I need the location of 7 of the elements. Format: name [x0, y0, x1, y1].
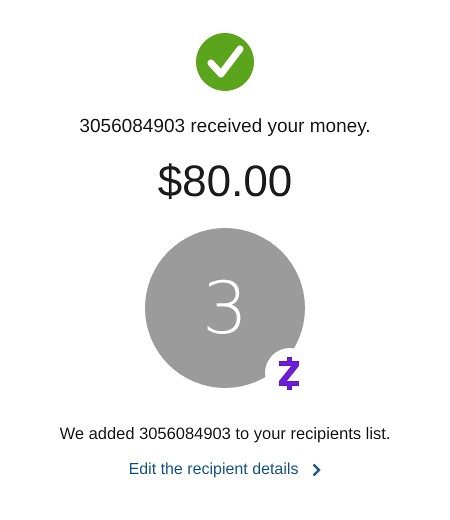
amount: $80.00	[158, 156, 292, 208]
status-message: 3056084903 received your money.	[79, 115, 371, 139]
edit-recipient-link[interactable]: Edit the recipient details	[128, 458, 322, 482]
chevron-right-icon	[312, 463, 322, 478]
check-icon	[196, 33, 254, 91]
recipients-note: We added 3056084903 to your recipients list.	[60, 424, 390, 444]
recipient-avatar: 3	[145, 228, 305, 388]
